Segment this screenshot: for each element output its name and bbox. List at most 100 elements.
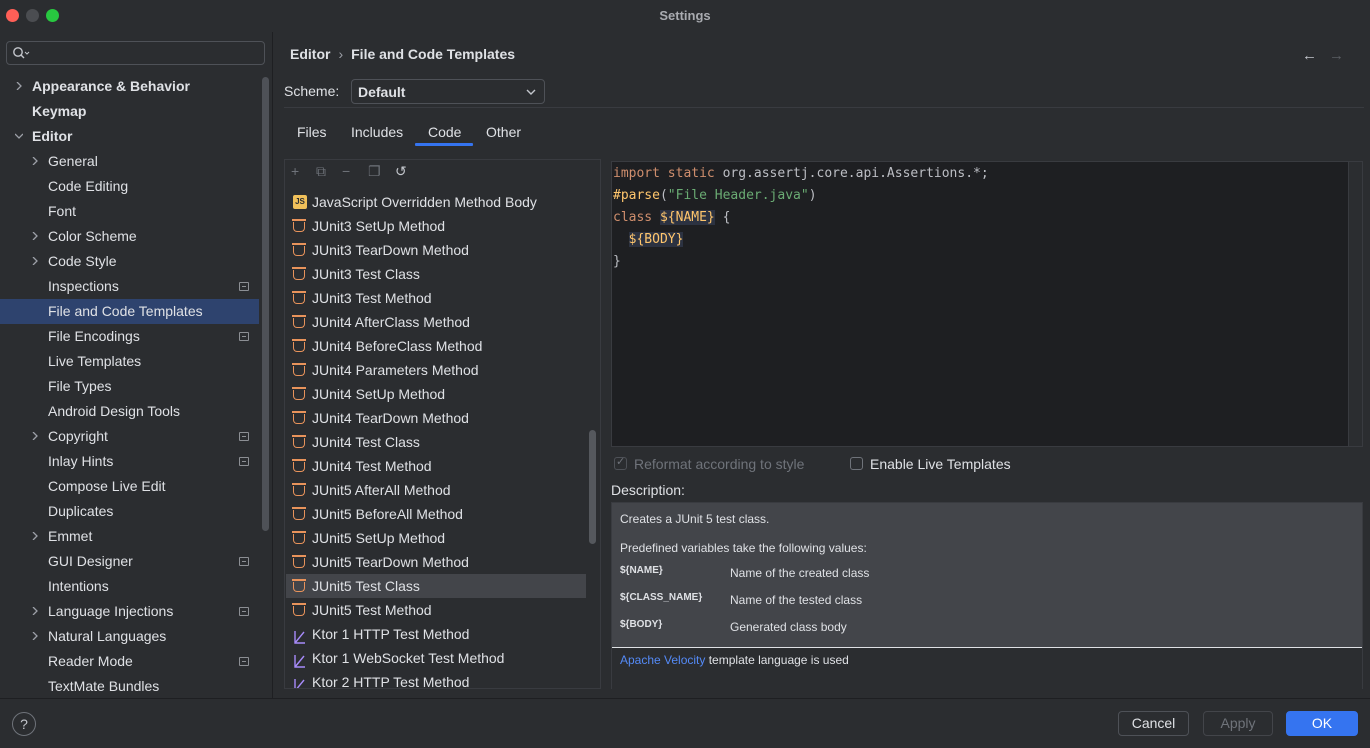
title-bar: Settings [0,0,1370,32]
sidebar-item[interactable]: Intentions [0,574,259,599]
code-text: org.assertj.core.api.Assertions.*; [714,166,989,181]
sidebar-item[interactable]: Live Templates [0,349,259,374]
sidebar-item[interactable]: Emmet [0,524,259,549]
template-list-item[interactable]: JUnit5 Test Class [286,574,586,598]
template-list-item[interactable]: Ktor 1 WebSocket Test Method [286,646,586,670]
sidebar-item[interactable]: Inlay Hints [0,449,259,474]
java-cup-icon [292,267,306,280]
forward-arrow-icon[interactable]: → [1329,47,1344,64]
help-button[interactable]: ? [12,712,36,736]
description-intro: Creates a JUnit 5 test class. [620,512,770,526]
sidebar-item[interactable]: Natural Languages [0,624,259,649]
chevron-right-icon[interactable] [31,632,39,640]
chevron-right-icon[interactable] [31,257,39,265]
sidebar-item[interactable]: General [0,149,259,174]
sidebar-item[interactable]: Code Editing [0,174,259,199]
template-list-item[interactable]: Ktor 2 HTTP Test Method [286,670,586,688]
sidebar-item[interactable]: Duplicates [0,499,259,524]
template-list-item[interactable]: JUnit4 SetUp Method [286,382,586,406]
template-list-scrollbar[interactable] [589,430,596,544]
chevron-down-icon[interactable] [15,132,23,140]
ok-button[interactable]: OK [1286,711,1358,736]
sidebar-item[interactable]: Compose Live Edit [0,474,259,499]
dialog-footer: ? Cancel Apply OK [0,698,1370,748]
sidebar-item[interactable]: Color Scheme [0,224,259,249]
sidebar-item[interactable]: Reader Mode [0,649,259,674]
template-list-item[interactable]: JUnit5 Test Method [286,598,586,622]
template-list-item[interactable]: JUnit4 AfterClass Method [286,310,586,334]
code-directive: #parse [613,188,660,203]
chevron-right-icon[interactable] [31,232,39,240]
code-text: { [714,210,731,225]
divider [284,107,1364,108]
template-list-item[interactable]: JUnit3 Test Method [286,286,586,310]
template-list-item[interactable]: JS JavaScript Overridden Method Body [286,190,586,214]
sidebar-item-label: File and Code Templates [48,303,203,319]
active-tab-indicator [415,143,473,146]
sidebar-item[interactable]: Inspections [0,274,259,299]
template-list-item[interactable]: JUnit3 Test Class [286,262,586,286]
cancel-button[interactable]: Cancel [1118,711,1189,736]
template-list-item[interactable]: JUnit5 TearDown Method [286,550,586,574]
chevron-right-icon[interactable] [15,82,23,90]
project-scope-icon [239,332,249,341]
template-list-item[interactable]: JUnit5 BeforeAll Method [286,502,586,526]
sidebar-item[interactable]: File Types [0,374,259,399]
apply-button[interactable]: Apply [1203,711,1273,736]
ktor-icon [293,627,307,644]
code-text: ) [808,188,817,203]
template-list-item[interactable]: JUnit4 Parameters Method [286,358,586,382]
live-templates-label[interactable]: Enable Live Templates [870,456,1011,472]
sidebar-item-label: Language Injections [48,603,174,619]
project-scope-icon [239,282,249,291]
sidebar-item-label: Color Scheme [48,228,137,244]
sidebar-item[interactable]: File Encodings [0,324,259,349]
chevron-right-icon[interactable] [31,532,39,540]
apache-velocity-link[interactable]: Apache Velocity [620,653,705,667]
scheme-dropdown[interactable]: Default [351,79,545,104]
chevron-right-icon[interactable] [31,607,39,615]
sidebar-scrollbar[interactable] [262,77,269,531]
java-cup-icon [292,291,306,304]
template-name: JUnit3 Test Method [312,290,432,306]
template-list-item[interactable]: Ktor 1 HTTP Test Method [286,622,586,646]
sidebar-item[interactable]: File and Code Templates [0,299,259,324]
sidebar-item[interactable]: GUI Designer [0,549,259,574]
template-list-item[interactable]: JUnit4 TearDown Method [286,406,586,430]
template-list-item[interactable]: JUnit5 SetUp Method [286,526,586,550]
sidebar-item-label: Natural Languages [48,628,167,644]
reformat-checkbox[interactable]: ✓ [614,456,627,470]
java-cup-icon [292,387,306,400]
tab-files[interactable]: Files [297,124,327,140]
sidebar-item[interactable]: Code Style [0,249,259,274]
sidebar-item[interactable]: Keymap [0,99,259,124]
tab-includes[interactable]: Includes [351,124,403,140]
live-templates-checkbox[interactable] [850,457,863,470]
code-line-3: class ${NAME} { [613,210,730,225]
template-list-item[interactable]: JUnit3 SetUp Method [286,214,586,238]
template-list-item[interactable]: JUnit4 Test Class [286,430,586,454]
sidebar-item[interactable]: Android Design Tools [0,399,259,424]
back-arrow-icon[interactable]: ← [1302,47,1317,64]
tab-code[interactable]: Code [428,124,461,140]
chevron-right-icon[interactable] [31,157,39,165]
tab-other[interactable]: Other [486,124,521,140]
check-icon: ✓ [616,456,626,468]
template-list-item[interactable]: JUnit3 TearDown Method [286,238,586,262]
breadcrumb-parent[interactable]: Editor [290,46,330,62]
chevron-right-icon[interactable] [31,432,39,440]
template-code-editor[interactable]: import static org.assertj.core.api.Asser… [611,161,1363,447]
template-name: JavaScript Overridden Method Body [312,194,537,210]
sidebar-item[interactable]: TextMate Bundles [0,674,259,699]
sidebar-item[interactable]: Font [0,199,259,224]
template-list-item[interactable]: JUnit5 AfterAll Method [286,478,586,502]
sidebar-item[interactable]: Appearance & Behavior [0,74,259,99]
java-cup-icon [292,339,306,352]
template-list-item[interactable]: JUnit4 BeforeClass Method [286,334,586,358]
editor-scrollbar[interactable] [1348,162,1362,446]
sidebar-item[interactable]: Language Injections [0,599,259,624]
template-list-item[interactable]: JUnit4 Test Method [286,454,586,478]
sidebar-item[interactable]: Editor [0,124,259,149]
settings-search-input[interactable] [6,41,265,65]
sidebar-item[interactable]: Copyright [0,424,259,449]
